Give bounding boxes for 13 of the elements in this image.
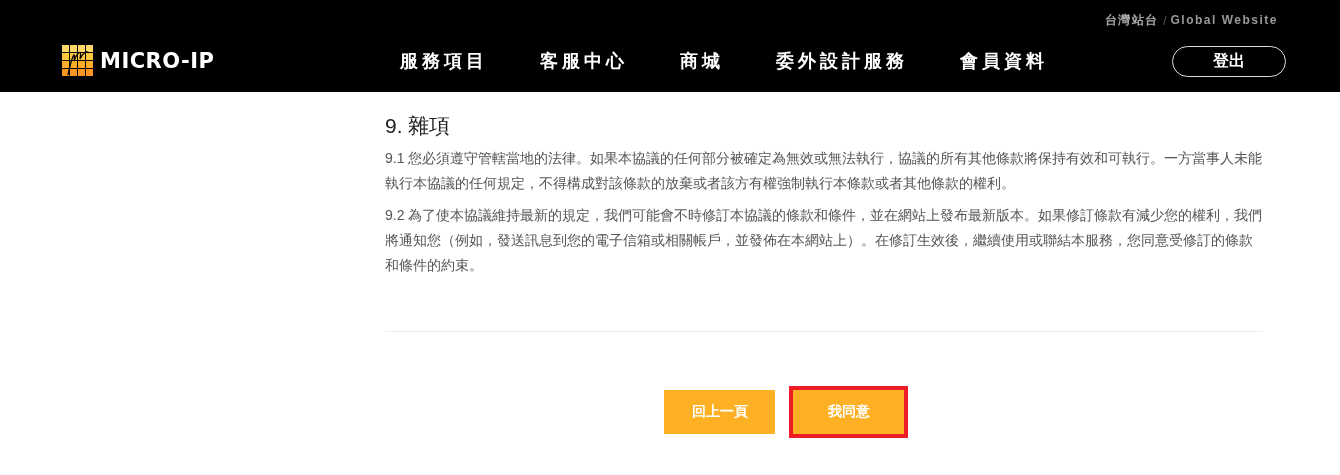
logo-icon: [62, 45, 94, 77]
separator: /: [1162, 12, 1167, 28]
nav-link[interactable]: 服務項目: [400, 49, 488, 73]
nav-link[interactable]: 商城: [680, 49, 724, 73]
nav-link[interactable]: 委外設計服務: [776, 49, 908, 73]
section-title: 9. 雜項: [385, 113, 452, 139]
logo-text: MICRO-IP: [100, 49, 215, 73]
paragraph: 9.1 您必須遵守管轄當地的法律。如果本協議的任何部分被確定為無效或無法執行，協議的所有其他條款將保持有效和可執行。一方當事人未能執行本協議的任何規定，不得構成對該條款的放棄或者該方有權強制執行本條款或者其他條款的權利。: [385, 149, 1263, 193]
site-link[interactable]: 台灣站台: [1104, 11, 1159, 29]
site-link[interactable]: Global Website: [1170, 13, 1278, 27]
nav-link[interactable]: 客服中心: [540, 49, 628, 73]
paragraph: 9.2 為了使本協議維持最新的規定，我們可能會不時修訂本協議的條款和條件，並在網站上發布最新版本。如果修訂條款有減少您的權利，我們將通知您（例如，發送訊息到您的電子信箱或相關帳戶，並發佈在本網站上）。在修訂生效後，繼續使用或聯結本服務，您同意受修訂的條款和條件的約束。: [385, 206, 1263, 275]
nav-link[interactable]: 會員資料: [960, 49, 1048, 73]
